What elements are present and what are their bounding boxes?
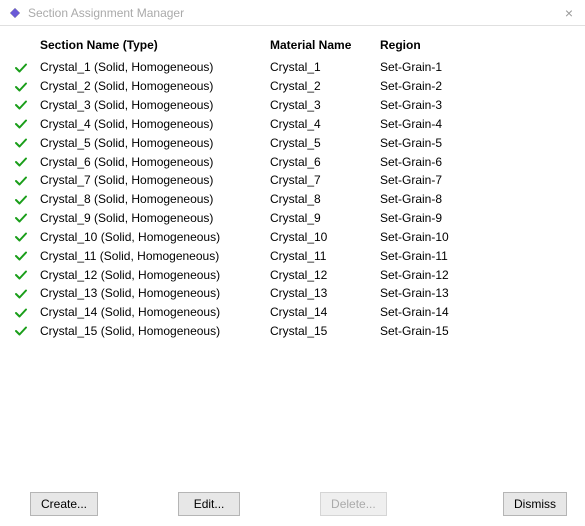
delete-button: Delete... <box>320 492 387 516</box>
cell-material: Crystal_6 <box>264 152 374 171</box>
check-icon <box>8 227 34 246</box>
cell-material: Crystal_7 <box>264 171 374 190</box>
cell-section-name: Crystal_11 (Solid, Homogeneous) <box>34 246 264 265</box>
check-icon <box>8 209 34 228</box>
cell-section-name: Crystal_14 (Solid, Homogeneous) <box>34 303 264 322</box>
cell-region: Set-Grain-7 <box>374 171 567 190</box>
cell-material: Crystal_5 <box>264 133 374 152</box>
window-title: Section Assignment Manager <box>28 6 561 20</box>
cell-section-name: Crystal_8 (Solid, Homogeneous) <box>34 190 264 209</box>
check-icon <box>8 171 34 190</box>
cell-section-name: Crystal_4 (Solid, Homogeneous) <box>34 114 264 133</box>
table-wrapper: Section Name (Type) Material Name Region… <box>8 34 567 482</box>
cell-region: Set-Grain-9 <box>374 209 567 228</box>
cell-section-name: Crystal_1 (Solid, Homogeneous) <box>34 58 264 77</box>
cell-material: Crystal_8 <box>264 190 374 209</box>
cell-region: Set-Grain-6 <box>374 152 567 171</box>
table-row[interactable]: Crystal_15 (Solid, Homogeneous)Crystal_1… <box>8 322 567 341</box>
cell-region: Set-Grain-10 <box>374 227 567 246</box>
table-row[interactable]: Crystal_12 (Solid, Homogeneous)Crystal_1… <box>8 265 567 284</box>
cell-material: Crystal_14 <box>264 303 374 322</box>
cell-material: Crystal_13 <box>264 284 374 303</box>
check-icon <box>8 58 34 77</box>
cell-section-name: Crystal_6 (Solid, Homogeneous) <box>34 152 264 171</box>
cell-section-name: Crystal_15 (Solid, Homogeneous) <box>34 322 264 341</box>
check-icon <box>8 77 34 96</box>
table-row[interactable]: Crystal_8 (Solid, Homogeneous)Crystal_8S… <box>8 190 567 209</box>
cell-region: Set-Grain-5 <box>374 133 567 152</box>
cell-material: Crystal_1 <box>264 58 374 77</box>
table-row[interactable]: Crystal_13 (Solid, Homogeneous)Crystal_1… <box>8 284 567 303</box>
cell-material: Crystal_15 <box>264 322 374 341</box>
table-row[interactable]: Crystal_6 (Solid, Homogeneous)Crystal_6S… <box>8 152 567 171</box>
header-status[interactable] <box>8 34 34 58</box>
cell-region: Set-Grain-3 <box>374 96 567 115</box>
check-icon <box>8 114 34 133</box>
cell-section-name: Crystal_10 (Solid, Homogeneous) <box>34 227 264 246</box>
cell-material: Crystal_10 <box>264 227 374 246</box>
section-table: Section Name (Type) Material Name Region… <box>8 34 567 340</box>
check-icon <box>8 322 34 341</box>
button-bar: Create... Edit... Delete... Dismiss <box>0 482 585 526</box>
cell-section-name: Crystal_3 (Solid, Homogeneous) <box>34 96 264 115</box>
table-row[interactable]: Crystal_7 (Solid, Homogeneous)Crystal_7S… <box>8 171 567 190</box>
cell-region: Set-Grain-4 <box>374 114 567 133</box>
cell-material: Crystal_3 <box>264 96 374 115</box>
cell-region: Set-Grain-8 <box>374 190 567 209</box>
cell-section-name: Crystal_7 (Solid, Homogeneous) <box>34 171 264 190</box>
header-region[interactable]: Region <box>374 34 567 58</box>
table-row[interactable]: Crystal_3 (Solid, Homogeneous)Crystal_3S… <box>8 96 567 115</box>
cell-section-name: Crystal_13 (Solid, Homogeneous) <box>34 284 264 303</box>
dismiss-button[interactable]: Dismiss <box>503 492 567 516</box>
cell-material: Crystal_11 <box>264 246 374 265</box>
table-row[interactable]: Crystal_9 (Solid, Homogeneous)Crystal_9S… <box>8 209 567 228</box>
check-icon <box>8 152 34 171</box>
table-row[interactable]: Crystal_1 (Solid, Homogeneous)Crystal_1S… <box>8 58 567 77</box>
check-icon <box>8 303 34 322</box>
cell-region: Set-Grain-11 <box>374 246 567 265</box>
table-row[interactable]: Crystal_11 (Solid, Homogeneous)Crystal_1… <box>8 246 567 265</box>
header-section-name[interactable]: Section Name (Type) <box>34 34 264 58</box>
cell-region: Set-Grain-1 <box>374 58 567 77</box>
header-material[interactable]: Material Name <box>264 34 374 58</box>
check-icon <box>8 96 34 115</box>
cell-region: Set-Grain-15 <box>374 322 567 341</box>
table-row[interactable]: Crystal_4 (Solid, Homogeneous)Crystal_4S… <box>8 114 567 133</box>
check-icon <box>8 133 34 152</box>
create-button[interactable]: Create... <box>30 492 98 516</box>
cell-region: Set-Grain-14 <box>374 303 567 322</box>
table-row[interactable]: Crystal_2 (Solid, Homogeneous)Crystal_2S… <box>8 77 567 96</box>
cell-section-name: Crystal_9 (Solid, Homogeneous) <box>34 209 264 228</box>
close-icon[interactable]: × <box>561 5 577 21</box>
table-row[interactable]: Crystal_5 (Solid, Homogeneous)Crystal_5S… <box>8 133 567 152</box>
check-icon <box>8 190 34 209</box>
cell-region: Set-Grain-12 <box>374 265 567 284</box>
table-row[interactable]: Crystal_10 (Solid, Homogeneous)Crystal_1… <box>8 227 567 246</box>
cell-material: Crystal_4 <box>264 114 374 133</box>
check-icon <box>8 265 34 284</box>
content: Section Name (Type) Material Name Region… <box>0 26 585 482</box>
cell-region: Set-Grain-13 <box>374 284 567 303</box>
cell-section-name: Crystal_5 (Solid, Homogeneous) <box>34 133 264 152</box>
edit-button[interactable]: Edit... <box>178 492 240 516</box>
app-icon <box>8 6 22 20</box>
cell-region: Set-Grain-2 <box>374 77 567 96</box>
table-row[interactable]: Crystal_14 (Solid, Homogeneous)Crystal_1… <box>8 303 567 322</box>
cell-section-name: Crystal_2 (Solid, Homogeneous) <box>34 77 264 96</box>
check-icon <box>8 284 34 303</box>
cell-material: Crystal_12 <box>264 265 374 284</box>
cell-material: Crystal_9 <box>264 209 374 228</box>
cell-section-name: Crystal_12 (Solid, Homogeneous) <box>34 265 264 284</box>
titlebar: Section Assignment Manager × <box>0 0 585 26</box>
cell-material: Crystal_2 <box>264 77 374 96</box>
check-icon <box>8 246 34 265</box>
